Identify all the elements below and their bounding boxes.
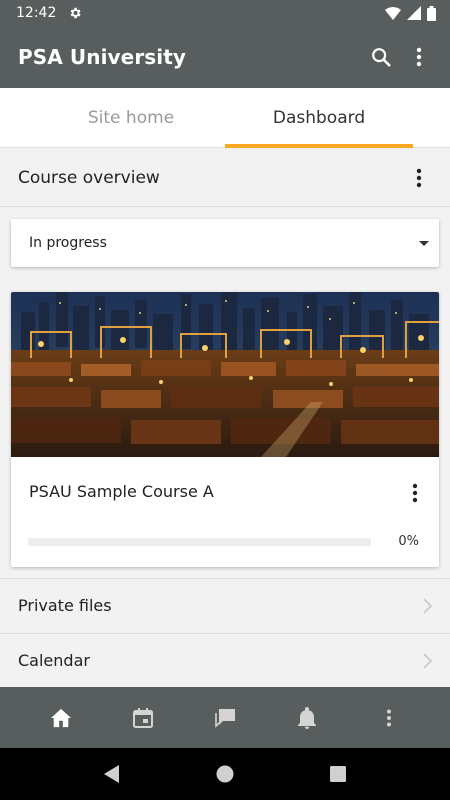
nav-home-button[interactable] [39, 696, 83, 740]
status-time: 12:42 [16, 5, 57, 21]
nav-messages-button[interactable] [203, 696, 247, 740]
calendar-item[interactable]: Calendar [0, 633, 450, 687]
battery-icon [427, 5, 436, 21]
calendar-icon [133, 707, 153, 728]
private-files-item[interactable]: Private files [0, 578, 450, 632]
settings-icon [70, 7, 81, 19]
more-icon [387, 709, 391, 726]
list-item-label: Calendar [18, 651, 90, 670]
nav-notifications-button[interactable] [285, 696, 329, 740]
tab-site-home[interactable]: Site home [37, 88, 225, 148]
course-progress-text: 0% [398, 534, 419, 549]
overflow-menu-button[interactable] [400, 35, 438, 79]
home-icon [51, 708, 71, 727]
search-button[interactable] [362, 35, 400, 79]
list-item-label: Private files [18, 596, 112, 615]
app-bar: PSA University [0, 26, 450, 88]
search-icon [372, 48, 391, 67]
chevron-right-icon [423, 652, 432, 669]
filter-selected-value: In progress [29, 235, 107, 251]
status-bar: 12:42 [0, 0, 450, 26]
nav-more-button[interactable] [367, 696, 411, 740]
chevron-right-icon [423, 597, 432, 614]
app-title: PSA University [18, 45, 187, 69]
more-vert-icon [412, 483, 418, 503]
notifications-icon [298, 706, 316, 729]
messages-icon [215, 708, 235, 728]
dropdown-arrow-icon [419, 240, 429, 246]
wifi-icon [385, 7, 401, 20]
bottom-navigation [0, 687, 450, 748]
course-overview-header: Course overview [0, 149, 450, 207]
recents-icon[interactable] [330, 766, 346, 782]
tab-dashboard[interactable]: Dashboard [225, 88, 413, 148]
active-tab-indicator [225, 144, 413, 148]
course-overview-menu-button[interactable] [400, 156, 438, 200]
nav-calendar-button[interactable] [121, 696, 165, 740]
system-navigation-bar [0, 748, 450, 800]
signal-icon [407, 6, 421, 20]
home-circle-icon[interactable] [216, 765, 234, 783]
more-vert-icon [416, 168, 422, 187]
course-progress-bar [28, 538, 371, 546]
course-card[interactable]: PSAU Sample Course A 0% [11, 292, 439, 567]
course-menu-button[interactable] [403, 478, 427, 508]
course-image [11, 292, 439, 457]
back-icon[interactable] [104, 765, 120, 783]
tab-bar: Site home Dashboard [0, 88, 450, 148]
course-filter-select[interactable]: In progress [11, 219, 439, 267]
section-title: Course overview [18, 167, 160, 188]
course-name[interactable]: PSAU Sample Course A [29, 482, 214, 501]
more-vert-icon [416, 47, 422, 67]
